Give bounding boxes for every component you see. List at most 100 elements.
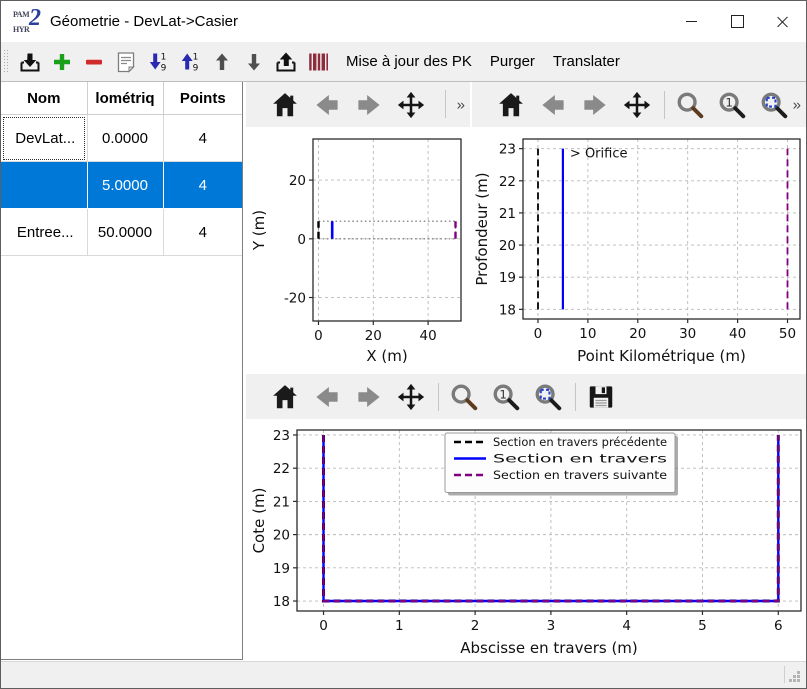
xy-plot-panel: » 02040-20020X (m)Y (m) — [246, 82, 470, 369]
statusbar — [1, 661, 806, 688]
move-up-button[interactable] — [209, 49, 235, 75]
svg-text:Abscisse en travers (m): Abscisse en travers (m) — [460, 639, 638, 657]
pan-button[interactable] — [394, 380, 428, 414]
table-header-row: Nom lométriq Points — [1, 82, 242, 115]
remove-icon — [82, 50, 106, 74]
svg-text:19: 19 — [499, 270, 516, 286]
import-button[interactable] — [17, 49, 43, 75]
col-header-nom[interactable]: Nom — [1, 82, 87, 115]
cell-points[interactable]: 4 — [163, 115, 242, 162]
move-down-button[interactable] — [241, 49, 267, 75]
cross-section-plot-canvas[interactable]: 0123456181920212223Abscisse en travers (… — [252, 421, 805, 661]
svg-text:18: 18 — [499, 302, 516, 318]
back-icon — [312, 90, 342, 120]
svg-text:20: 20 — [629, 326, 646, 342]
zoom-one-icon — [491, 382, 521, 412]
cell-points[interactable]: 4 — [163, 209, 242, 256]
mise-a-jour-pk-button[interactable]: Mise à jour des PK — [337, 53, 481, 70]
svg-text:3: 3 — [547, 618, 556, 634]
home-icon — [496, 90, 526, 120]
cell-pk[interactable]: 0.0000 — [87, 115, 163, 162]
app-icon-text-top: PAM — [13, 10, 29, 19]
sort-descending-icon — [146, 50, 170, 74]
zoom-one-button[interactable] — [715, 88, 749, 122]
zoom-button[interactable] — [673, 88, 707, 122]
cell-nom[interactable]: DevLat... — [1, 115, 87, 162]
svg-text:20: 20 — [365, 328, 382, 344]
sort-ascending-button[interactable] — [177, 49, 203, 75]
xy-plot-toolbar: » — [246, 82, 470, 127]
sort-descending-button[interactable] — [145, 49, 171, 75]
cell-pk[interactable]: 5.0000 — [87, 162, 163, 209]
titlebar[interactable]: PAM HYR 2 Géometrie - DevLat->Casier — [1, 1, 806, 42]
add-button[interactable] — [49, 49, 75, 75]
export-icon — [274, 50, 298, 74]
app-icon-number: 2 — [29, 5, 41, 32]
forward-button[interactable] — [352, 88, 386, 122]
table-row[interactable]: Entree... 50.0000 4 — [1, 209, 242, 256]
xy-plot-canvas[interactable]: 02040-20020X (m)Y (m) — [252, 129, 468, 369]
back-button[interactable] — [310, 88, 344, 122]
cell-nom[interactable]: Entree... — [1, 209, 87, 256]
profile-plot-canvas[interactable]: 01020304050181920212223Point Kilométriqu… — [472, 129, 806, 369]
translater-button[interactable]: Translater — [544, 53, 629, 70]
svg-text:0: 0 — [534, 326, 543, 342]
forward-button[interactable] — [352, 380, 386, 414]
svg-text:10: 10 — [579, 326, 596, 342]
pan-icon — [622, 90, 652, 120]
svg-text:0: 0 — [314, 328, 323, 344]
col-header-points[interactable]: Points — [163, 82, 242, 115]
svg-text:2: 2 — [471, 618, 480, 634]
cell-nom[interactable] — [1, 162, 87, 209]
zoom-icon — [449, 382, 479, 412]
pan-button[interactable] — [394, 88, 428, 122]
back-button[interactable] — [536, 88, 570, 122]
svg-text:22: 22 — [273, 461, 290, 477]
pan-icon — [396, 90, 426, 120]
update-pk-icon-button[interactable] — [305, 49, 331, 75]
table-row-selected[interactable]: 5.0000 4 — [1, 162, 242, 209]
statusbar-separator — [784, 666, 785, 683]
table-row[interactable]: DevLat... 0.0000 4 — [1, 115, 242, 162]
close-button[interactable] — [760, 1, 806, 42]
maximize-button[interactable] — [714, 1, 760, 42]
remove-button[interactable] — [81, 49, 107, 75]
zoom-one-button[interactable] — [489, 380, 523, 414]
edit-button[interactable] — [113, 49, 139, 75]
svg-text:22: 22 — [499, 174, 516, 190]
save-button[interactable] — [584, 380, 618, 414]
sort-ascending-icon — [178, 50, 202, 74]
toolbar-handle[interactable] — [4, 50, 9, 74]
cross-section-plot-panel: 0123456181920212223Abscisse en travers (… — [246, 374, 806, 662]
pan-button[interactable] — [620, 88, 654, 122]
toolbar-overflow-button[interactable]: » — [457, 96, 465, 113]
svg-text:6: 6 — [774, 618, 783, 634]
resize-grip[interactable] — [789, 671, 801, 683]
add-icon — [50, 50, 74, 74]
purger-button[interactable]: Purger — [481, 53, 544, 70]
main-toolbar: Mise à jour des PK Purger Translater — [1, 42, 806, 82]
svg-text:50: 50 — [779, 326, 796, 342]
profile-plot-panel: » 01020304050181920212223Point Kilométri… — [472, 82, 806, 369]
home-button[interactable] — [494, 88, 528, 122]
home-button[interactable] — [268, 380, 302, 414]
svg-text:21: 21 — [499, 206, 516, 222]
zoom-fit-button[interactable] — [531, 380, 565, 414]
svg-text:Section en travers suivante: Section en travers suivante — [493, 468, 667, 482]
cell-pk[interactable]: 50.0000 — [87, 209, 163, 256]
forward-button[interactable] — [578, 88, 612, 122]
zoom-button[interactable] — [447, 380, 481, 414]
profile-plot-toolbar: » — [472, 82, 806, 127]
minimize-button[interactable] — [668, 1, 714, 42]
back-button[interactable] — [310, 380, 344, 414]
zoom-fit-button[interactable] — [757, 88, 791, 122]
home-button[interactable] — [268, 88, 302, 122]
svg-text:X (m): X (m) — [366, 347, 407, 365]
toolbar-overflow-button[interactable]: » — [793, 96, 801, 113]
svg-text:Profondeur (m): Profondeur (m) — [473, 172, 491, 285]
close-icon — [776, 15, 790, 29]
col-header-pk[interactable]: lométriq — [87, 82, 163, 115]
cell-points[interactable]: 4 — [163, 162, 242, 209]
svg-text:23: 23 — [273, 428, 290, 444]
export-button[interactable] — [273, 49, 299, 75]
